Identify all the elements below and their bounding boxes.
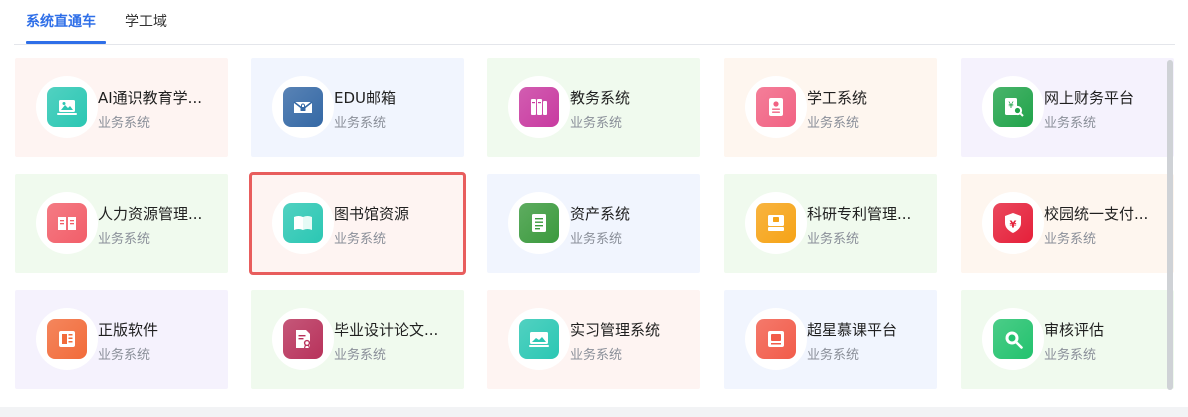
card-title: 资产系统 [570, 205, 631, 223]
book-icon [283, 203, 323, 243]
svg-text:¥: ¥ [1010, 220, 1017, 231]
card-subtitle: 业务系统 [334, 232, 387, 247]
card-title: 科研专利管理... [807, 205, 912, 223]
icon-badge [508, 192, 570, 254]
mooc-icon [756, 319, 796, 359]
system-card[interactable]: 审核评估 业务系统 [961, 290, 1174, 389]
yuan-shield-icon: ¥ [993, 203, 1033, 243]
icon-badge [745, 76, 807, 138]
image-board-icon [47, 87, 87, 127]
icon-badge [745, 308, 807, 370]
card-subtitle: 业务系统 [1044, 348, 1097, 363]
card-subtitle: 业务系统 [570, 116, 623, 131]
system-card[interactable]: 科研专利管理... 业务系统 [724, 174, 937, 273]
card-title: 毕业设计论文... [334, 321, 439, 339]
vertical-scrollbar[interactable] [1167, 60, 1173, 390]
system-card[interactable]: 人力资源管理... 业务系统 [15, 174, 228, 273]
open-book-icon [47, 203, 87, 243]
card-subtitle: 业务系统 [1044, 232, 1097, 247]
thesis-icon [283, 319, 323, 359]
ledger-icon [519, 203, 559, 243]
icon-badge [982, 308, 1044, 370]
system-card[interactable]: ¥ 校园统一支付... 业务系统 [961, 174, 1174, 273]
card-subtitle: 业务系统 [98, 348, 151, 363]
system-card[interactable]: 超星慕课平台 业务系统 [724, 290, 937, 389]
icon-badge [508, 76, 570, 138]
icon-badge [745, 192, 807, 254]
system-card-grid: AI通识教育学... 业务系统 EDU邮箱 业务系统 教务系统 业务系统 学工系统 业务系统 ¥… [15, 58, 1174, 390]
mail-lock-icon [283, 87, 323, 127]
system-card[interactable]: 资产系统 业务系统 [487, 174, 700, 273]
tab-bar: 系统直通车 学工域 [14, 0, 1175, 45]
patent-book-icon [756, 203, 796, 243]
review-search-icon [993, 319, 1033, 359]
card-title: 校园统一支付... [1044, 205, 1149, 223]
card-title: 网上财务平台 [1044, 89, 1135, 107]
system-card[interactable]: EDU邮箱业务系统 [251, 58, 464, 157]
system-card[interactable]: 图书馆资源 业务系统 [249, 172, 466, 275]
card-title: 正版软件 [98, 321, 159, 339]
books-icon [519, 87, 559, 127]
system-card[interactable]: 正版软件 业务系统 [15, 290, 228, 389]
icon-badge [36, 76, 98, 138]
footer-strip [0, 407, 1188, 417]
icon-badge [272, 308, 334, 370]
id-card-icon [756, 87, 796, 127]
icon-badge [36, 192, 98, 254]
icon-badge: ¥ [982, 76, 1044, 138]
icon-badge: ¥ [982, 192, 1044, 254]
card-title: 教务系统 [570, 89, 631, 107]
card-subtitle: 业务系统 [98, 232, 151, 247]
card-title: 学工系统 [807, 89, 868, 107]
icon-badge [272, 192, 334, 254]
system-card[interactable]: ¥ 网上财务平台 业务系统 [961, 58, 1174, 157]
card-title: EDU邮箱 [334, 89, 397, 107]
card-subtitle: 业务系统 [98, 116, 151, 131]
card-title: 超星慕课平台 [807, 321, 898, 339]
tab-student-affairs[interactable]: 学工域 [125, 11, 167, 31]
card-subtitle: 业务系统 [807, 116, 860, 131]
icon-badge [508, 308, 570, 370]
card-title: 审核评估 [1044, 321, 1105, 339]
card-subtitle: 业务系统 [570, 348, 623, 363]
card-subtitle: 业务系统 [334, 348, 387, 363]
icon-badge [36, 308, 98, 370]
system-card[interactable]: 学工系统 业务系统 [724, 58, 937, 157]
card-title: 人力资源管理... [98, 205, 203, 223]
software-box-icon [47, 319, 87, 359]
card-title: 实习管理系统 [570, 321, 661, 339]
active-tab-indicator [26, 41, 106, 44]
card-title: 图书馆资源 [334, 205, 410, 223]
system-card[interactable]: AI通识教育学... 业务系统 [15, 58, 228, 157]
icon-badge [272, 76, 334, 138]
system-card[interactable]: 实习管理系统 业务系统 [487, 290, 700, 389]
system-card[interactable]: 教务系统 业务系统 [487, 58, 700, 157]
internship-board-icon [519, 319, 559, 359]
card-subtitle: 业务系统 [1044, 116, 1097, 131]
card-title: AI通识教育学... [98, 89, 202, 107]
card-subtitle: 业务系统 [570, 232, 623, 247]
card-subtitle: 业务系统 [334, 116, 387, 131]
finance-search-icon: ¥ [993, 87, 1033, 127]
card-subtitle: 业务系统 [807, 348, 860, 363]
system-card[interactable]: 毕业设计论文... 业务系统 [251, 290, 464, 389]
tab-system-direct[interactable]: 系统直通车 [26, 11, 96, 31]
card-subtitle: 业务系统 [807, 232, 860, 247]
